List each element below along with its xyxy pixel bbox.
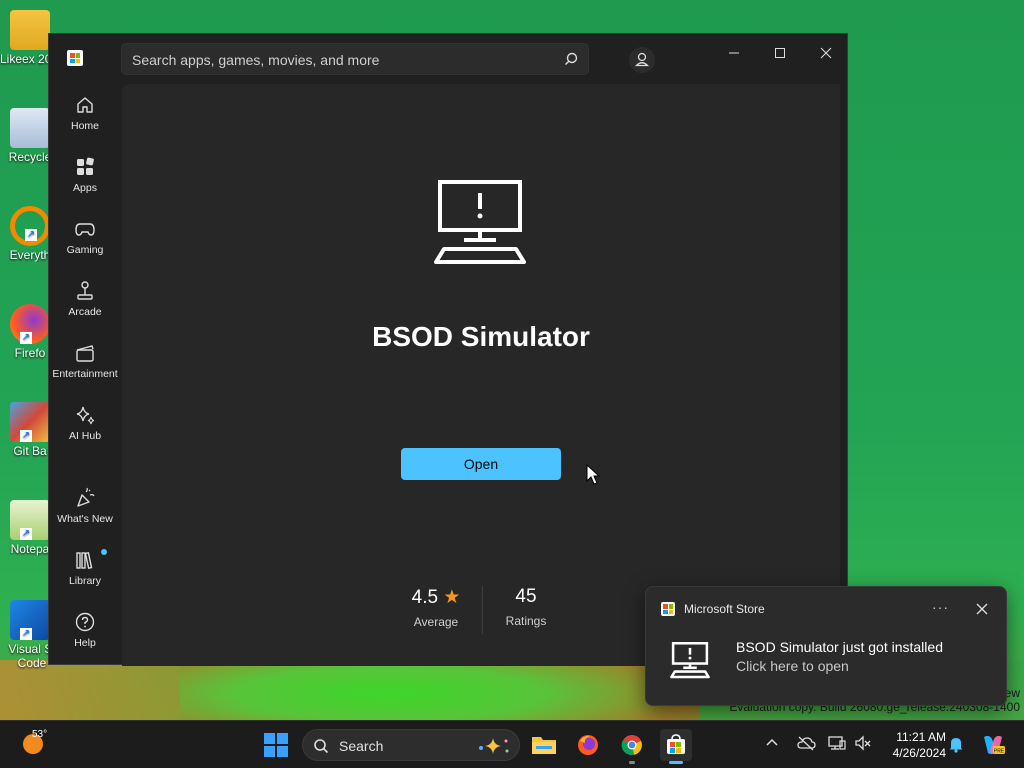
maximize-icon (775, 48, 785, 58)
toast-title: BSOD Simulator just got installed (736, 639, 943, 655)
party-popper-icon (77, 487, 95, 507)
star-icon: ★ (438, 587, 461, 608)
active-indicator (669, 761, 683, 764)
store-search-input[interactable]: Search apps, games, movies, and more (121, 43, 589, 75)
microsoft-store-window: Search apps, games, movies, and more Hom… (48, 33, 848, 667)
nav-library[interactable]: Library (49, 549, 121, 605)
title-bar: Search apps, games, movies, and more (49, 34, 847, 84)
minimize-icon (729, 52, 739, 54)
clock-date: 4/26/2024 (892, 746, 946, 760)
tray-network[interactable] (828, 735, 846, 756)
sparkle-icon (76, 406, 95, 425)
nav-arcade[interactable]: Arcade (49, 280, 121, 336)
toast-more-button[interactable]: ··· (932, 599, 949, 615)
vscode-icon: ↗ (10, 600, 50, 640)
minimize-button[interactable] (711, 38, 757, 68)
cloud-offline-icon (797, 736, 816, 751)
taskbar: 53° Search 11:21 AM 4/26/2024 PRE (0, 720, 1024, 768)
taskbar-clock[interactable]: 11:21 AM 4/26/2024 (880, 729, 946, 761)
open-button[interactable]: Open (401, 448, 561, 480)
chevron-up-icon (766, 738, 778, 746)
folder-icon (10, 10, 50, 50)
library-update-dot (101, 549, 107, 555)
toast-app-name: Microsoft Store (684, 602, 765, 616)
install-notification-toast[interactable]: Microsoft Store ··· BSOD Simulator just … (645, 586, 1007, 706)
clock-time: 11:21 AM (896, 730, 946, 744)
shortcut-arrow-icon: ↗ (20, 430, 32, 442)
nav-apps[interactable]: Apps (49, 156, 121, 212)
account-button[interactable] (629, 47, 655, 73)
help-icon (75, 612, 95, 632)
toast-close-button[interactable] (972, 599, 992, 624)
store-icon (667, 734, 685, 754)
shortcut-arrow-icon: ↗ (20, 332, 32, 344)
search-highlight-sparkle-icon (479, 738, 509, 754)
start-button[interactable] (264, 733, 288, 757)
weather-temperature: 53° (32, 729, 48, 740)
close-icon (820, 47, 832, 59)
git-bash-icon: ↗ (10, 402, 50, 442)
firefox-icon (578, 735, 598, 755)
tray-volume[interactable] (854, 735, 872, 756)
recycle-bin-icon (10, 108, 50, 148)
home-icon (77, 97, 93, 113)
nav-home[interactable]: Home (49, 94, 121, 150)
close-button[interactable] (803, 38, 849, 68)
ratings-count: 45 Ratings (505, 586, 547, 628)
search-icon[interactable] (564, 52, 578, 66)
search-icon (314, 739, 329, 754)
notepad-icon: ↗ (10, 500, 50, 540)
nav-whats-new[interactable]: What's New (49, 487, 121, 543)
apps-icon (77, 157, 94, 175)
shortcut-arrow-icon: ↗ (20, 628, 32, 640)
firefox-icon: ↗ (10, 304, 50, 344)
folder-icon (532, 737, 556, 754)
chrome-icon (621, 735, 642, 756)
tray-overflow-button[interactable] (764, 735, 780, 756)
rating-divider (482, 586, 483, 634)
taskbar-microsoft-store[interactable] (660, 729, 692, 764)
app-title: BSOD Simulator (372, 321, 590, 352)
nav-entertainment[interactable]: Entertainment (49, 342, 121, 398)
joystick-icon (77, 281, 93, 300)
bell-icon (949, 738, 963, 753)
windows-logo-icon (264, 733, 275, 744)
toast-body: Click here to open (736, 658, 849, 674)
taskbar-file-explorer[interactable] (528, 729, 560, 761)
tray-notifications[interactable] (948, 735, 964, 758)
close-icon (976, 603, 988, 615)
store-logo-icon (661, 602, 675, 616)
taskbar-firefox[interactable] (572, 729, 604, 761)
maximize-button[interactable] (757, 38, 803, 68)
bsod-app-icon (434, 179, 526, 274)
running-indicator (629, 761, 635, 764)
bsod-app-icon (670, 642, 710, 685)
nav-help[interactable]: Help (49, 611, 121, 667)
tray-copilot[interactable]: PRE (980, 733, 1006, 762)
taskbar-chrome[interactable] (616, 729, 648, 764)
shortcut-arrow-icon: ↗ (20, 528, 32, 540)
nav-gaming[interactable]: Gaming (49, 218, 121, 274)
gamepad-icon (75, 223, 95, 236)
network-icon (828, 736, 846, 750)
copilot-pre-icon: PRE (984, 735, 1005, 755)
account-icon (634, 52, 650, 67)
everything-search-icon: ↗ (10, 206, 50, 246)
store-logo-icon (67, 50, 83, 66)
app-detail-pane: BSOD Simulator Open 4.5 ★ Average 45 Rat… (122, 84, 840, 666)
tray-onedrive[interactable] (796, 735, 816, 756)
mouse-cursor-icon (586, 464, 600, 485)
nav-ai-hub[interactable]: AI Hub (49, 404, 121, 460)
average-rating: 4.5 ★ Average (411, 587, 461, 629)
svg-text:PRE: PRE (994, 749, 1005, 755)
volume-muted-icon (855, 735, 871, 751)
clapperboard-icon (76, 345, 94, 362)
library-icon (76, 552, 93, 569)
taskbar-search-box[interactable]: Search (302, 729, 520, 761)
shortcut-arrow-icon: ↗ (25, 229, 37, 241)
